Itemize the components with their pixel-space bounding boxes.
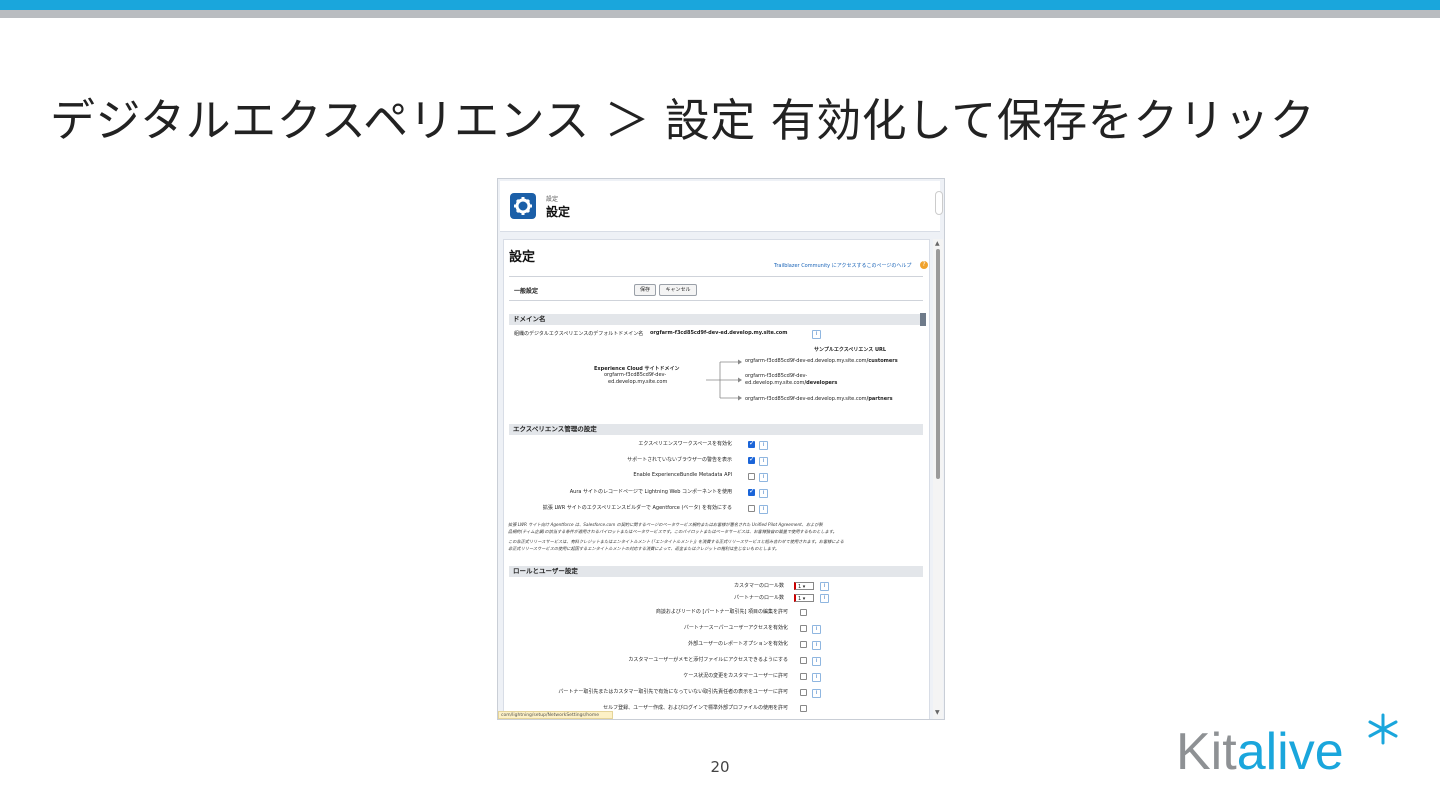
agentforce-checkbox[interactable] [748,505,755,512]
info-icon[interactable]: i [759,505,768,514]
slide-title: デジタルエクスペリエンス ＞ 設定 有効化して保存をクリック [50,94,1316,147]
exp-workspace-checkbox[interactable] [748,439,755,448]
role-setting-label: 商談およびリードの [パートナー取引先] 項目の編集を許可 [655,609,788,615]
info-icon[interactable]: i [812,657,821,666]
scrollbar-thumb[interactable] [936,249,940,479]
page-title: 設定 [509,250,536,265]
divider [509,300,923,301]
kitalive-logo: Kitalive [1176,713,1406,782]
sample-url-title: サンプルエクスペリエンス URL [814,347,887,353]
exp-setting-label: エクスペリエンスワークスペースを有効化 [638,441,732,447]
default-domain-label: 組織のデジタルエクスペリエンスのデフォルトドメイン名 [514,331,644,337]
sample-url-developers-line1: orgfarm-f3cd85cd9f-dev- [745,373,808,379]
scroll-up-icon[interactable]: ▲ [935,240,940,247]
info-icon[interactable]: i [812,641,821,650]
sample-url-customers: orgfarm-f3cd85cd9f-dev-ed.develop.my.sit… [745,358,898,364]
cancel-button[interactable]: キャンセル [659,284,697,296]
exp-setting-label: サポートされていないブラウザーの警告を表示 [627,457,732,463]
role-setting-label: セルフ登録、ユーザー作成、およびログインで標準外部プロファイルの使用を許可 [603,705,788,711]
info-icon[interactable]: i [759,457,768,466]
settings-screenshot: 設定 設定 設定 Trailblazer Community にアクセスするこの… [497,178,945,720]
setup-header: 設定 設定 [500,181,943,232]
bundle-metadata-checkbox[interactable] [748,473,755,480]
scroll-down-icon[interactable]: ▼ [935,709,940,716]
beta-note: 品規約(ティム企業)の該当する条件が適用されるパイロットまたはベータサービスです… [508,529,837,534]
general-settings-label: 一般設定 [514,288,539,295]
customer-roles-select[interactable]: 1 ▾ [794,582,814,590]
help-link[interactable]: Trailblazer Community にアクセスするこのページのヘルプ [774,262,911,269]
role-setting-label: 外部ユーザーのレポートオプションを有効化 [688,641,788,647]
browser-warning-checkbox[interactable] [748,455,755,464]
role-setting-label: カスタマーユーザーがメモと添付ファイルにアクセスできるようにする [628,657,788,663]
header-title: 設定 [546,205,571,219]
role-count-label: カスタマーのロール数 [733,583,784,589]
info-icon[interactable]: i [812,689,821,698]
settings-panel: 設定 Trailblazer Community にアクセスするこのページのヘル… [503,239,930,719]
case-status-checkbox[interactable] [800,673,807,680]
asterisk-icon [1368,713,1398,745]
section-roles: ロールとユーザー設定 [509,566,923,577]
info-icon[interactable]: i [759,489,768,498]
info-icon[interactable]: i [759,473,768,482]
default-domain-value: orgfarm-f3cd85cd9f-dev-ed.develop.my.sit… [650,330,788,336]
help-icon[interactable]: ? [920,261,928,269]
role-count-label: パートナーのロール数 [733,595,784,601]
save-button[interactable]: 保存 [634,284,656,296]
partner-superuser-checkbox[interactable] [800,625,807,632]
status-url: com/lightning/setup/NetworkSettings/home [498,711,613,719]
header-breadcrumb: 設定 [546,196,559,203]
info-icon[interactable]: i [820,582,829,591]
exp-setting-label: Enable ExperienceBundle Metadata API [633,472,732,478]
divider [509,276,923,277]
external-report-checkbox[interactable] [800,641,807,648]
info-icon[interactable]: i [812,625,821,634]
exp-setting-label: Aura サイトのレコードページで Lightning Web コンポーネントを… [569,489,732,495]
exp-setting-label: 拡張 LWR サイトのエクスペリエンスビルダーで Agentforce (ベータ… [542,505,732,511]
role-setting-label: ケース状況の変更をカスタマーユーザーに許可 [683,673,788,679]
info-icon[interactable]: i [820,594,829,603]
inactive-contacts-checkbox[interactable] [800,689,807,696]
role-setting-label: パートナー取引先またはカスタマー取引先で有効になっていない取引先責任者の表示をユ… [558,689,788,695]
slide-sub-bar [0,10,1440,18]
site-domain-line1: orgfarm-f3cd85cd9f-dev- [604,372,667,378]
role-setting-label: パートナースーパーユーザーアクセスを有効化 [683,625,788,631]
sample-url-developers: ed.develop.my.site.com/developers [745,380,838,386]
site-domain-line2: ed.develop.my.site.com [608,379,668,385]
gear-icon [510,193,536,219]
lwc-aura-checkbox[interactable] [748,487,755,496]
page-number: 20 [710,758,730,776]
info-icon[interactable]: i [812,673,821,682]
beta-note: 拡張 LWR サイト向け Agentforce は、Salesforce.com… [508,522,823,527]
external-profile-checkbox[interactable] [800,705,807,712]
info-icon[interactable]: i [759,441,768,450]
partner-account-edit-checkbox[interactable] [800,609,807,616]
header-edge-button[interactable] [935,191,943,215]
partner-roles-select[interactable]: 1 ▾ [794,594,814,602]
section-domain: ドメイン名 [509,314,923,325]
credit-note: 非正式リリースサービスの使用に起因するエンタイトルメントの対応する消費によって、… [508,546,780,551]
scroll-marker [920,313,926,326]
scrollbar[interactable]: ▲ ▼ [933,239,943,719]
info-icon[interactable]: i [812,330,821,339]
slide-accent-bar [0,0,1440,10]
sample-url-partners: orgfarm-f3cd85cd9f-dev-ed.develop.my.sit… [745,396,893,402]
domain-branch-arrows [706,359,742,401]
section-experience-management: エクスペリエンス管理の設定 [509,424,923,435]
credit-note: この非正式リリースサービスは、有料クレジットまたはエンタイトルメント (「エンタ… [508,539,844,544]
notes-attachments-checkbox[interactable] [800,657,807,664]
site-domain-title: Experience Cloud サイトドメイン [594,366,680,372]
